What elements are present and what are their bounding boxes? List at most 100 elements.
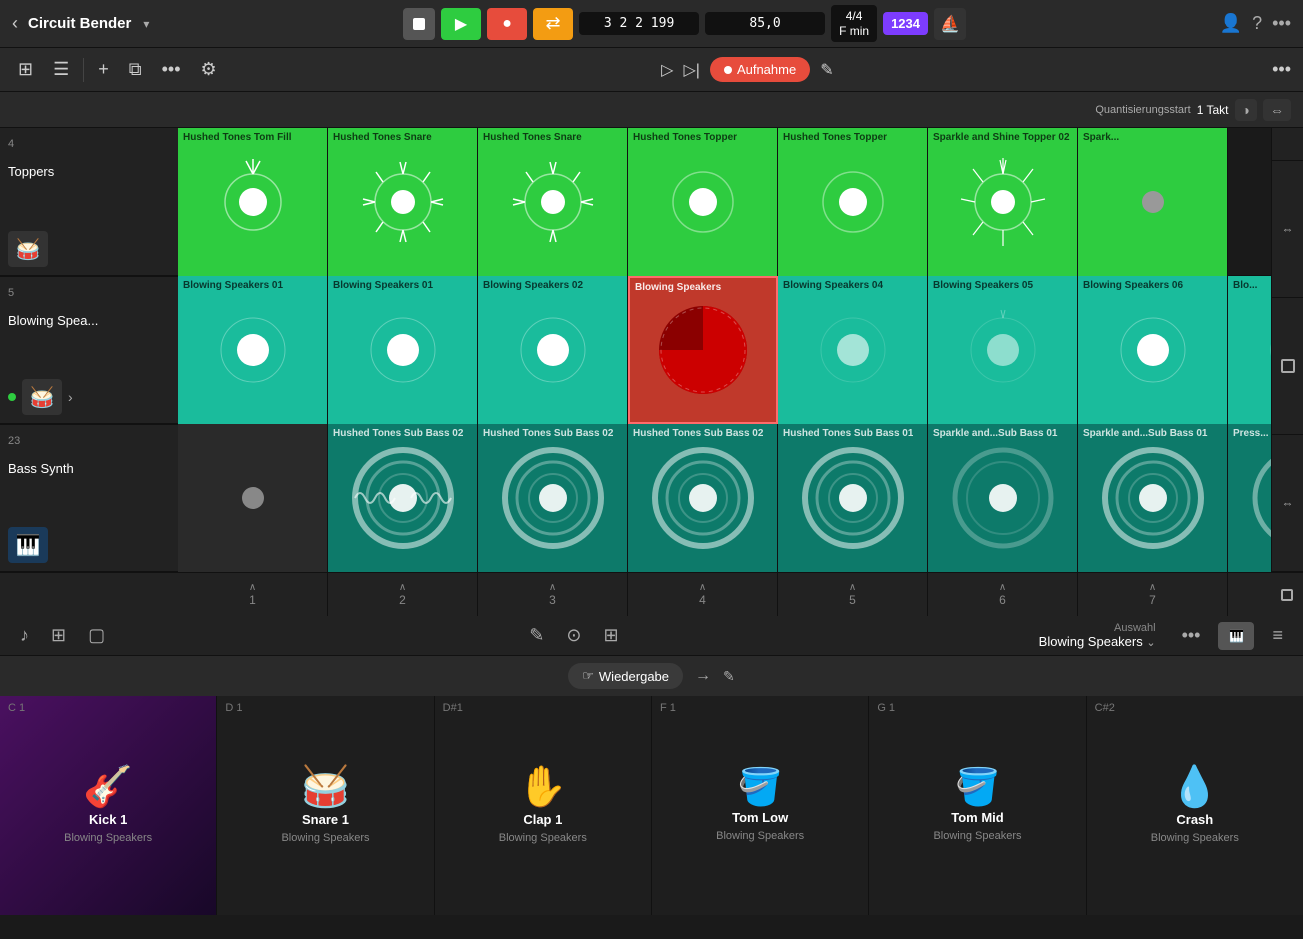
- toolbar-more-button[interactable]: •••: [156, 55, 187, 84]
- pad-d1s-clap[interactable]: D#1 ✋ Clap 1 Blowing Speakers: [435, 696, 652, 915]
- column-numbers-row: ∧ 1 ∧ 2 ∧ 3 ∧ 4 ∧ 5 ∧ 6 ∧ 7: [0, 572, 1303, 616]
- kick-name: Kick 1: [89, 812, 127, 827]
- track-label-blowing: 5 Blowing Spea... 🥁 ›: [0, 276, 178, 424]
- play-from-button[interactable]: ▷|: [683, 60, 699, 80]
- pad-f1-tomlow[interactable]: F 1 🪣 Tom Low Blowing Speakers: [652, 696, 869, 915]
- track-icon-bass[interactable]: 🎹: [8, 527, 48, 563]
- project-caret-icon[interactable]: ▾: [143, 17, 149, 31]
- bottom-grid-button[interactable]: ⊞: [47, 621, 70, 650]
- col-num-4[interactable]: ∧ 4: [628, 573, 778, 617]
- stop-button[interactable]: [403, 8, 435, 40]
- time-signature: 4/4 F min: [831, 5, 877, 42]
- clip-topper-6[interactable]: Sparkle and Shine Topper 02: [928, 128, 1078, 276]
- col-num-5[interactable]: ∧ 5: [778, 573, 928, 617]
- clip-bass-4[interactable]: Hushed Tones Sub Bass 02: [628, 424, 778, 572]
- pencil-small-button[interactable]: ✎: [723, 668, 735, 685]
- beats-badge[interactable]: 1234: [883, 12, 928, 35]
- quantize-value[interactable]: 1 Takt: [1197, 103, 1229, 117]
- duplicate-button[interactable]: ⧉: [123, 55, 148, 84]
- pad-note-c2: C#2: [1095, 702, 1115, 714]
- pencil-button[interactable]: ✎: [820, 60, 833, 80]
- toolbar-overflow-button[interactable]: •••: [1272, 59, 1291, 80]
- bottom-music-button[interactable]: ♪: [16, 621, 33, 650]
- quantize-moon-button[interactable]: ◑: [1235, 99, 1257, 121]
- wiedergabe-button[interactable]: ☞ Wiedergabe: [568, 663, 683, 689]
- clip-blowing-5[interactable]: Blowing Speakers 04: [778, 276, 928, 424]
- track-icon-blowing[interactable]: 🥁: [22, 379, 62, 415]
- col-num-6[interactable]: ∧ 6: [928, 573, 1078, 617]
- clip-blowing-2[interactable]: Blowing Speakers 01: [328, 276, 478, 424]
- right-btn-topper[interactable]: ⇔: [1272, 161, 1303, 298]
- grid-view-button[interactable]: ⊞: [12, 55, 39, 84]
- clip-topper-3[interactable]: Hushed Tones Snare: [478, 128, 628, 276]
- record-button[interactable]: ●: [487, 8, 527, 40]
- play-button[interactable]: ▶: [441, 8, 481, 40]
- tommid-kit: Blowing Speakers: [933, 830, 1021, 842]
- right-side-controls: ⇔ ⇔: [1271, 128, 1303, 572]
- clip-bass-5[interactable]: Hushed Tones Sub Bass 01: [778, 424, 928, 572]
- more-icon[interactable]: •••: [1272, 13, 1291, 34]
- pad-c1-kick[interactable]: C 1 🎸 Kick 1 Blowing Speakers: [0, 696, 217, 915]
- clip-topper-1[interactable]: Hushed Tones Tom Fill: [178, 128, 328, 276]
- loop-button[interactable]: ⇄: [533, 8, 573, 40]
- clip-bass-1[interactable]: [178, 424, 328, 572]
- clip-blowing-3[interactable]: Blowing Speakers 02: [478, 276, 628, 424]
- project-name: Circuit Bender: [28, 15, 131, 32]
- bottom-square-button[interactable]: ▢: [84, 621, 109, 650]
- quantize-expand-button[interactable]: ⇔: [1263, 99, 1291, 121]
- clip-bass-6[interactable]: Sparkle and...Sub Bass 01: [928, 424, 1078, 572]
- clip-topper-2[interactable]: Hushed Tones Snare: [328, 128, 478, 276]
- metronome-button[interactable]: ⛵: [934, 8, 966, 40]
- arrow-right-button[interactable]: →: [695, 667, 711, 685]
- clip-topper-5[interactable]: Hushed Tones Topper: [778, 128, 928, 276]
- clip-topper-4[interactable]: Hushed Tones Topper: [628, 128, 778, 276]
- tomlow-name: Tom Low: [732, 810, 788, 825]
- pad-d1-snare[interactable]: D 1 🥁 Snare 1 Blowing Speakers: [217, 696, 434, 915]
- add-track-button[interactable]: +: [92, 55, 115, 84]
- track-settings-button[interactable]: ⚙: [195, 55, 223, 84]
- bottom-section: ♪ ⊞ ▢ ✎ ⊙ ⊞ Auswahl Blowing Speakers ⌄ •…: [0, 616, 1303, 915]
- snare-kit: Blowing Speakers: [281, 832, 369, 844]
- clip-bass-2[interactable]: Hushed Tones Sub Bass 02: [328, 424, 478, 572]
- aufnahme-button[interactable]: Aufnahme: [710, 57, 810, 82]
- clip-bass-3[interactable]: Hushed Tones Sub Bass 02: [478, 424, 628, 572]
- track-expand-blowing[interactable]: ›: [68, 389, 73, 405]
- right-btn-bass[interactable]: ⇔: [1272, 435, 1303, 572]
- play-small-button[interactable]: ▷: [661, 60, 673, 80]
- auswahl-more-button[interactable]: •••: [1178, 621, 1205, 650]
- col-num-1[interactable]: ∧ 1: [178, 573, 328, 617]
- clip-blowing-8[interactable]: Blo...: [1228, 276, 1271, 424]
- clip-viz-bass4: [648, 443, 758, 553]
- help-icon[interactable]: ?: [1252, 13, 1262, 34]
- right-btn-blowing[interactable]: [1272, 298, 1303, 435]
- clip-blowing-6[interactable]: Blowing Speakers 05: [928, 276, 1078, 424]
- clip-bass-7[interactable]: Sparkle and...Sub Bass 01: [1078, 424, 1228, 572]
- piano-roll-button[interactable]: 🎹: [1218, 622, 1254, 650]
- back-button[interactable]: ‹: [12, 13, 18, 34]
- clip-viz-bass3: [498, 443, 608, 553]
- clip-topper-7[interactable]: Spark...: [1078, 128, 1228, 276]
- bottom-clock-button[interactable]: ⊙: [562, 621, 585, 650]
- bottom-pencil-button[interactable]: ✎: [525, 621, 548, 650]
- clip-viz-5: [808, 157, 898, 247]
- clip-bass-8[interactable]: Press...: [1228, 424, 1271, 572]
- list-view-button[interactable]: ☰: [47, 55, 75, 84]
- pad-g1-tommid[interactable]: G 1 🪣 Tom Mid Blowing Speakers: [869, 696, 1086, 915]
- clip-blowing-1[interactable]: Blowing Speakers 01: [178, 276, 328, 424]
- clip-blowing-7[interactable]: Blowing Speakers 06: [1078, 276, 1228, 424]
- pad-c2-crash[interactable]: C#2 💧 Crash Blowing Speakers: [1087, 696, 1303, 915]
- col-num-3[interactable]: ∧ 3: [478, 573, 628, 617]
- quant-display: [1272, 128, 1303, 161]
- stop-small-icon: [1281, 589, 1293, 601]
- bottom-lines-button[interactable]: ≡: [1268, 621, 1287, 650]
- track-icon-toppers[interactable]: 🥁: [8, 231, 48, 267]
- clip-viz-b4: [653, 300, 753, 400]
- col-num-7[interactable]: ∧ 7: [1078, 573, 1228, 617]
- bass-clips-row: Hushed Tones Sub Bass 02 Hushed Tones Su…: [178, 424, 1271, 572]
- record-dot-icon: [724, 66, 732, 74]
- col-num-2[interactable]: ∧ 2: [328, 573, 478, 617]
- snare-name: Snare 1: [302, 812, 349, 827]
- bottom-sliders-button[interactable]: ⊞: [599, 621, 622, 650]
- clip-blowing-4-active[interactable]: Blowing Speakers: [628, 276, 778, 424]
- share-icon[interactable]: 👤: [1220, 13, 1242, 34]
